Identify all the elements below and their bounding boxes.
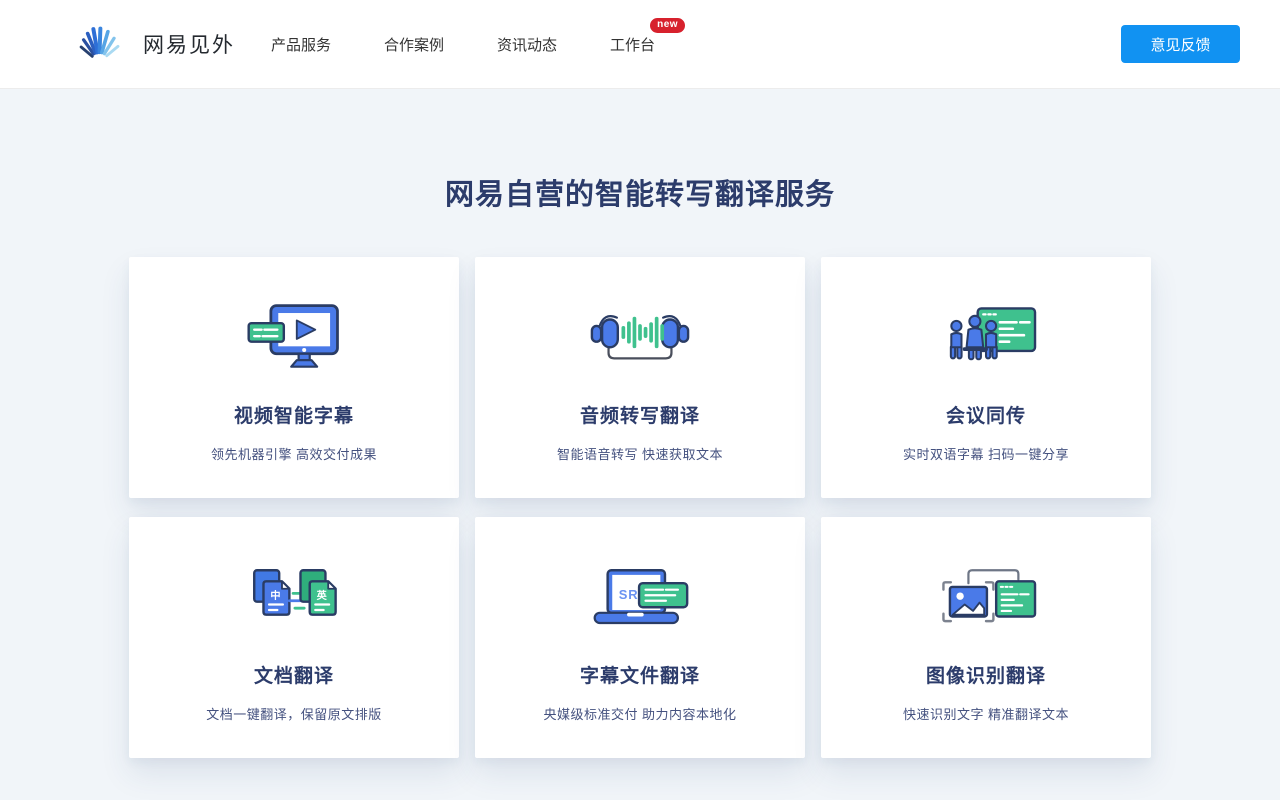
nav-item-products[interactable]: 产品服务: [271, 34, 331, 55]
meeting-interpretation-icon: [821, 301, 1151, 375]
card-subtitle: 实时双语字幕 扫码一键分享: [821, 444, 1151, 463]
card-title: 图像识别翻译: [821, 661, 1151, 688]
card-title: 文档翻译: [129, 661, 459, 688]
image-ocr-translate-icon: [821, 561, 1151, 635]
document-translate-icon: 中 英: [129, 561, 459, 635]
card-subtitle-file-translate[interactable]: SRT 字幕文件翻译 央媒级标准交付 助力内容本地化: [475, 517, 805, 758]
nav-item-news[interactable]: 资讯动态: [497, 34, 557, 55]
page-title: 网易自营的智能转写翻译服务: [0, 175, 1280, 215]
card-image-ocr-translate[interactable]: 图像识别翻译 快速识别文字 精准翻译文本: [821, 517, 1151, 758]
video-subtitle-icon: [129, 301, 459, 375]
nav-item-workbench[interactable]: 工作台: [610, 37, 655, 54]
brand-name: 网易见外: [143, 29, 235, 59]
card-subtitle: 快速识别文字 精准翻译文本: [821, 704, 1151, 723]
main-nav: 产品服务 合作案例 资讯动态 工作台 new: [271, 34, 655, 55]
card-subtitle: 文档一键翻译，保留原文排版: [129, 704, 459, 723]
doc-english-label: 英: [316, 589, 328, 602]
doc-chinese-label: 中: [270, 589, 280, 602]
brand-logo-icon: [72, 22, 130, 66]
card-meeting-interpretation[interactable]: 会议同传 实时双语字幕 扫码一键分享: [821, 257, 1151, 498]
audio-transcribe-icon: [475, 301, 805, 375]
new-badge: new: [650, 18, 685, 33]
nav-item-cases[interactable]: 合作案例: [384, 34, 444, 55]
card-title: 音频转写翻译: [475, 401, 805, 428]
card-subtitle: 智能语音转写 快速获取文本: [475, 444, 805, 463]
subtitle-file-translate-icon: SRT: [475, 561, 805, 635]
brand-logo[interactable]: 网易见外: [72, 22, 235, 66]
card-document-translate[interactable]: 中 英 文档翻译 文档一键翻译，保留原文排版: [129, 517, 459, 758]
top-navbar: 网易见外 产品服务 合作案例 资讯动态 工作台 new 意见反馈: [0, 0, 1280, 89]
card-subtitle: 央媒级标准交付 助力内容本地化: [475, 704, 805, 723]
card-title: 视频智能字幕: [129, 401, 459, 428]
card-title: 字幕文件翻译: [475, 661, 805, 688]
feedback-button[interactable]: 意见反馈: [1121, 25, 1240, 63]
card-subtitle: 领先机器引擎 高效交付成果: [129, 444, 459, 463]
card-title: 会议同传: [821, 401, 1151, 428]
services-grid: 视频智能字幕 领先机器引擎 高效交付成果: [129, 257, 1151, 758]
card-audio-transcribe[interactable]: 音频转写翻译 智能语音转写 快速获取文本: [475, 257, 805, 498]
card-video-subtitle[interactable]: 视频智能字幕 领先机器引擎 高效交付成果: [129, 257, 459, 498]
